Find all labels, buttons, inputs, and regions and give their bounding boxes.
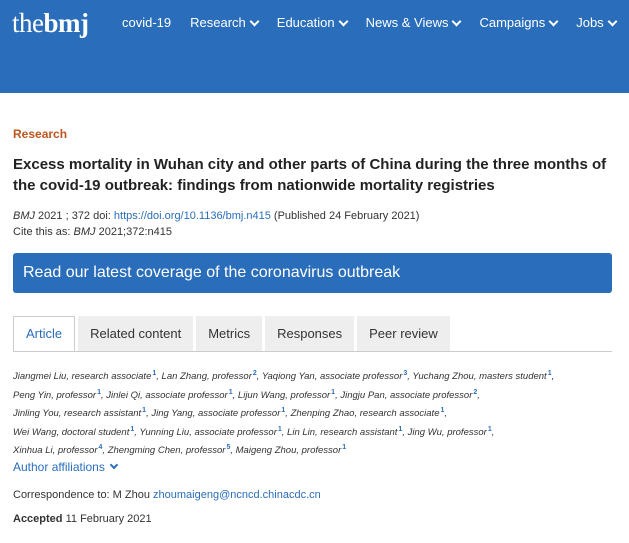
affiliation-marker[interactable]: 5 [226,444,230,451]
author-name[interactable]: Jingju Pan, associate professor [340,390,472,401]
nav-item-jobs[interactable]: Jobs [576,14,618,32]
journal-name: BMJ [13,210,35,222]
article-section-label: Research [13,127,68,141]
tab-responses[interactable]: Responses [265,316,355,352]
author-name[interactable]: Yuchang Zhou, masters student [412,371,546,382]
nav-item-education[interactable]: Education [277,14,349,32]
author-name[interactable]: Lan Zhang, professor [162,371,252,382]
accepted-date: Accepted 11 February 2021 [13,513,152,525]
nav-item-covid-19[interactable]: covid-19 [122,14,171,32]
author-name[interactable]: Lin Lin, research assistant [287,427,397,438]
affiliation-marker[interactable]: 1 [548,370,552,377]
bmj-logo[interactable]: thebmj [12,8,89,38]
author-name[interactable]: Yaqiong Yan, associate professor [262,371,402,382]
affiliation-marker[interactable]: 1 [152,370,156,377]
author-name[interactable]: Lijun Wang, professor [238,390,330,401]
nav-item-research[interactable]: Research [190,14,260,32]
author-name[interactable]: Zhenping Zhao, research associate [291,408,440,419]
affiliation-marker[interactable]: 1 [130,426,134,433]
article-title: Excess mortality in Wuhan city and other… [13,156,607,194]
author-name[interactable]: Jing Yang, associate professor [151,408,280,419]
affiliation-marker[interactable]: 1 [229,389,233,396]
chevron-down-icon [452,16,462,26]
site-header: thebmj covid-19 Research Education News & V… [0,0,629,93]
coronavirus-coverage-banner[interactable]: Read our latest coverage of the coronavi… [13,253,612,293]
author-name[interactable]: Xinhua Li, professor [13,445,98,456]
chevron-down-icon [338,16,349,26]
correspondence-email-link[interactable]: zhoumaigeng@ncncd.chinacdc.cn [153,489,321,501]
article-tabs: Article Related content Metrics Responses Pe… [13,316,453,352]
affiliation-marker[interactable]: 1 [331,389,335,396]
author-name[interactable]: Maigeng Zhou, professor [236,445,342,456]
author-affiliations-toggle[interactable]: Author affiliations [13,460,119,474]
chevron-down-icon [249,16,260,26]
affiliation-marker[interactable]: 1 [440,407,444,414]
main-nav: covid-19 Research Education News & Views Cam… [122,14,629,32]
tab-divider [13,351,612,352]
chevron-down-icon [109,460,119,470]
author-name[interactable]: Peng Yin, professor [13,390,96,401]
affiliation-marker[interactable]: 1 [281,407,285,414]
author-name[interactable]: Yunning Liu, associate professor [139,427,276,438]
author-name[interactable]: Jing Wu, professor [408,427,487,438]
affiliation-marker[interactable]: 4 [99,444,103,451]
tab-peer-review[interactable]: Peer review [357,316,450,352]
citation-block: BMJ 2021 ; 372 doi: https://doi.org/10.1… [13,210,420,238]
chevron-down-icon [607,16,618,26]
affiliation-marker[interactable]: 2 [253,370,257,377]
author-name[interactable]: Zhengming Chen, professor [108,445,226,456]
doi-link[interactable]: https://doi.org/10.1136/bmj.n415 [114,210,271,222]
affiliation-marker[interactable]: 1 [97,389,101,396]
affiliation-marker[interactable]: 1 [142,407,146,414]
author-name[interactable]: Jiangmei Liu, research associate [13,371,151,382]
nav-item-news-views[interactable]: News & Views [366,14,462,32]
affiliation-marker[interactable]: 3 [403,370,407,377]
tab-article[interactable]: Article [13,316,76,352]
affiliation-marker[interactable]: 2 [473,389,477,396]
affiliation-marker[interactable]: 1 [278,426,282,433]
tab-metrics[interactable]: Metrics [196,316,263,352]
author-name[interactable]: Wei Wang, doctoral student [13,427,129,438]
nav-item-campaigns[interactable]: Campaigns [479,14,559,32]
tab-related-content[interactable]: Related content [78,316,194,352]
chevron-down-icon [548,16,559,26]
affiliation-marker[interactable]: 1 [342,444,346,451]
affiliation-marker[interactable]: 1 [398,426,402,433]
author-name[interactable]: Jinlei Qi, associate professor [106,390,227,401]
affiliation-marker[interactable]: 1 [488,426,492,433]
author-list: Jiangmei Liu, research associate1, Lan Z… [13,370,555,456]
author-name[interactable]: Jinling You, research assistant [13,408,141,419]
correspondence: Correspondence to: M Zhou zhoumaigeng@nc… [13,489,321,501]
